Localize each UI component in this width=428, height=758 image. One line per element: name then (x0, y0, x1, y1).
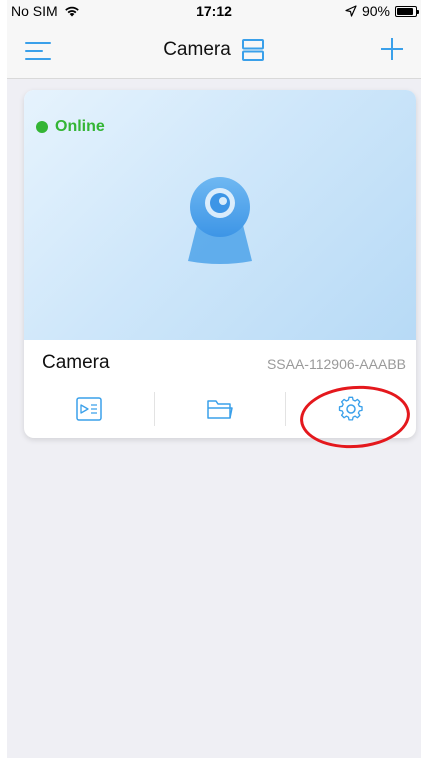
folder-icon (207, 400, 233, 419)
online-status: Online (36, 118, 105, 136)
location-arrow-icon (345, 5, 357, 17)
camera-preview[interactable]: Online (24, 90, 416, 340)
nav-bar: Camera (7, 22, 421, 79)
video-playback-icon (76, 397, 102, 421)
battery-icon (395, 5, 419, 17)
status-bar: No SIM 17:12 90% (7, 0, 421, 22)
files-button[interactable] (155, 380, 285, 438)
online-status-label: Online (55, 118, 105, 135)
status-right: 90% (345, 3, 419, 19)
split-layout-icon[interactable] (241, 38, 265, 62)
page-title: Camera (163, 39, 231, 60)
battery-percent: 90% (361, 3, 390, 19)
plus-icon[interactable] (379, 36, 405, 62)
online-dot (36, 121, 48, 133)
camera-device-icon (188, 177, 252, 264)
battery-fill (397, 7, 414, 15)
camera-name: Camera (42, 352, 110, 373)
camera-serial: SSAA-112906-AAABB (266, 356, 406, 372)
nav-title-group: Camera (7, 38, 421, 62)
playback-button[interactable] (24, 380, 154, 438)
app-screen: No SIM 17:12 90% Camera Online Camera SS… (7, 0, 421, 758)
